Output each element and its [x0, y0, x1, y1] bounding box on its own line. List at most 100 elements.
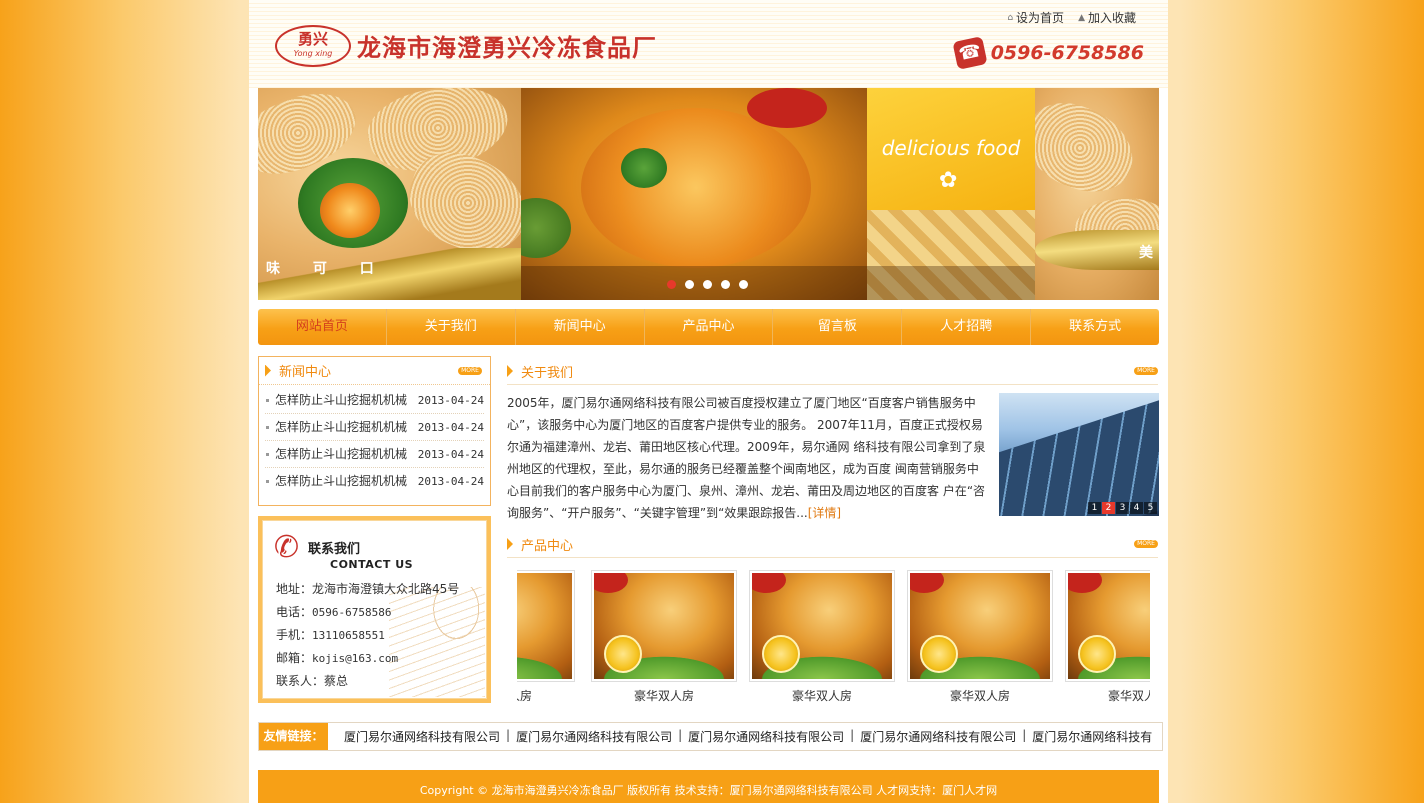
about-title: 关于我们	[521, 366, 574, 381]
contact-email-label: 邮箱：	[276, 651, 313, 665]
contact-tel-row: 电话：0596-6758586	[276, 601, 459, 624]
news-item-title[interactable]: 怎样防止斗山挖掘机机械	[275, 468, 407, 495]
top-links: ⌂ 设为首页 ▲ 加入收藏	[1007, 9, 1136, 26]
pager-5[interactable]: 5	[1144, 502, 1157, 514]
products-header: 产品中心 MORE	[507, 530, 1158, 558]
pager-4[interactable]: 4	[1130, 502, 1143, 514]
list-item[interactable]: 怎样防止斗山挖掘机机械 2013-04-24	[265, 441, 484, 468]
product-image[interactable]	[749, 570, 895, 682]
product-card[interactable]: 豪华双人房	[1065, 570, 1150, 710]
telephone-icon: ✆	[274, 530, 300, 565]
friend-links-bar: 友情链接： 厦门易尔通网络科技有限公司 | 厦门易尔通网络科技有限公司 | 厦门易尔…	[258, 722, 1163, 751]
contact-email: kojis@163.com	[312, 652, 399, 665]
product-card[interactable]: 豪华双人房	[749, 570, 895, 710]
news-more-button[interactable]: MORE	[458, 367, 482, 375]
contact-title-en: CONTACT US	[330, 558, 414, 571]
nav-contact[interactable]: 联系方式	[1031, 309, 1159, 345]
product-name[interactable]: 豪华双人房	[1065, 682, 1150, 710]
product-card[interactable]: 豪华双人房	[591, 570, 737, 710]
banner-dots	[667, 280, 748, 289]
contact-address: 地址：龙海市海澄镇大众北路45号	[276, 582, 460, 596]
banner-delicious-text: delicious food	[881, 136, 1021, 160]
product-name[interactable]: 豪华双人房	[517, 682, 575, 710]
telephone-icon: ☎	[952, 36, 988, 70]
pager-2[interactable]: 2	[1102, 502, 1115, 514]
about-header: 关于我们 MORE	[507, 357, 1158, 385]
friend-link[interactable]: 厦门易尔通网络科技有限公司	[344, 728, 500, 745]
list-item[interactable]: 怎样防止斗山挖掘机机械 2013-04-24	[265, 387, 484, 414]
news-item-title[interactable]: 怎样防止斗山挖掘机机械	[275, 387, 407, 413]
add-favorite-link[interactable]: ▲ 加入收藏	[1078, 9, 1136, 26]
friend-link[interactable]: 厦门易尔通网络科技有限公司	[516, 728, 672, 745]
news-item-title[interactable]: 怎样防止斗山挖掘机机械	[275, 414, 407, 440]
favorite-icon: ▲	[1078, 12, 1085, 23]
news-item-date: 2013-04-24	[417, 448, 484, 461]
news-box-header: 新闻中心 MORE	[259, 357, 490, 385]
news-item-date: 2013-04-24	[417, 421, 484, 434]
about-photo-slider[interactable]: 1 2 3 4 5	[999, 393, 1159, 516]
product-image[interactable]	[517, 570, 575, 682]
nav-guestbook[interactable]: 留言板	[773, 309, 903, 345]
product-image[interactable]	[591, 570, 737, 682]
banner-dot-2[interactable]	[685, 280, 694, 289]
nav-news[interactable]: 新闻中心	[516, 309, 645, 345]
news-item-title[interactable]: 怎样防止斗山挖掘机机械	[275, 441, 407, 467]
pager-3[interactable]: 3	[1116, 502, 1129, 514]
product-name[interactable]: 豪华双人房	[749, 682, 895, 710]
about-more-button[interactable]: MORE	[1134, 367, 1158, 375]
products-more-button[interactable]: MORE	[1134, 540, 1158, 548]
friend-links-list: 厦门易尔通网络科技有限公司 | 厦门易尔通网络科技有限公司 | 厦门易尔通网络科技有…	[344, 728, 1153, 745]
flower-icon: ✿	[939, 168, 958, 193]
set-home-link[interactable]: ⌂ 设为首页	[1007, 9, 1064, 26]
page-container: 勇兴 Yong xing 龙海市海澄勇兴冷冻食品厂 ⌂ 设为首页 ▲ 加入收藏 …	[249, 0, 1168, 803]
list-item[interactable]: 怎样防止斗山挖掘机机械 2013-04-24	[265, 414, 484, 441]
banner-slideshow[interactable]: 味 可 口 delicious food ✿ 美	[258, 88, 1159, 300]
contact-mobile-label: 手机：	[276, 628, 313, 642]
banner-dot-4[interactable]	[721, 280, 730, 289]
about-detail-link[interactable]: [详情]	[808, 506, 841, 520]
news-center-box: 新闻中心 MORE 怎样防止斗山挖掘机机械 2013-04-24 怎样防止斗山挖…	[258, 356, 491, 506]
banner-dot-3[interactable]	[703, 280, 712, 289]
product-card[interactable]: 豪华双人房	[907, 570, 1053, 710]
header-phone: ☎ 0596-6758586	[952, 36, 1144, 70]
contact-details: 地址：龙海市海澄镇大众北路45号 电话：0596-6758586 手机：1311…	[276, 578, 459, 693]
logo-cn-text: 勇兴	[297, 30, 328, 48]
nav-products[interactable]: 产品中心	[645, 309, 774, 345]
banner-ribbon-text-right: 美	[1139, 245, 1153, 261]
list-item[interactable]: 怎样防止斗山挖掘机机械 2013-04-24	[265, 468, 484, 495]
logo-en-text: Yong xing	[293, 49, 333, 58]
add-favorite-label: 加入收藏	[1087, 11, 1136, 25]
logo[interactable]: 勇兴 Yong xing	[275, 25, 351, 67]
nav-about[interactable]: 关于我们	[387, 309, 516, 345]
about-text: 2005年，厦门易尔通网络科技有限公司被百度授权建立了厦门地区“百度客户销售服务…	[507, 396, 986, 520]
news-list: 怎样防止斗山挖掘机机械 2013-04-24 怎样防止斗山挖掘机机械 2013-…	[259, 385, 490, 495]
product-name[interactable]: 豪华双人房	[907, 682, 1053, 710]
banner-dot-1[interactable]	[667, 280, 676, 289]
products-title: 产品中心	[521, 539, 574, 554]
product-name[interactable]: 豪华双人房	[591, 682, 737, 710]
home-icon: ⌂	[1007, 12, 1014, 23]
banner-panel-cutlets-right: 美	[1035, 88, 1159, 300]
friend-links-label: 友情链接：	[259, 723, 328, 750]
pager-1[interactable]: 1	[1088, 502, 1101, 514]
contact-mobile-row: 手机：13110658551	[276, 624, 459, 647]
banner-dot-5[interactable]	[739, 280, 748, 289]
product-image[interactable]	[1065, 570, 1150, 682]
product-card[interactable]: 豪华双人房	[517, 570, 575, 710]
company-name: 龙海市海澄勇兴冷冻食品厂	[357, 33, 657, 62]
product-image[interactable]	[907, 570, 1053, 682]
news-item-date: 2013-04-24	[417, 475, 484, 488]
friend-link[interactable]: 厦门易尔通网络科技有限公司	[860, 728, 1016, 745]
friend-link[interactable]: 厦门易尔通网络科技有限公司	[688, 728, 844, 745]
contact-tel-label: 电话：	[276, 605, 313, 619]
about-text-block: 2005年，厦门易尔通网络科技有限公司被百度授权建立了厦门地区“百度客户销售服务…	[507, 392, 989, 524]
arrow-right-icon	[507, 365, 513, 377]
nav-jobs[interactable]: 人才招聘	[902, 309, 1032, 345]
arrow-right-icon	[265, 364, 271, 377]
news-item-date: 2013-04-24	[417, 394, 484, 407]
contact-title-cn: 联系我们	[308, 542, 361, 557]
contact-tel: 0596-6758586	[312, 606, 392, 619]
friend-link[interactable]: 厦门易尔通网络科技有	[1032, 728, 1152, 745]
nav-home[interactable]: 网站首页	[258, 309, 387, 345]
contact-person: 联系人：蔡总	[276, 674, 349, 688]
